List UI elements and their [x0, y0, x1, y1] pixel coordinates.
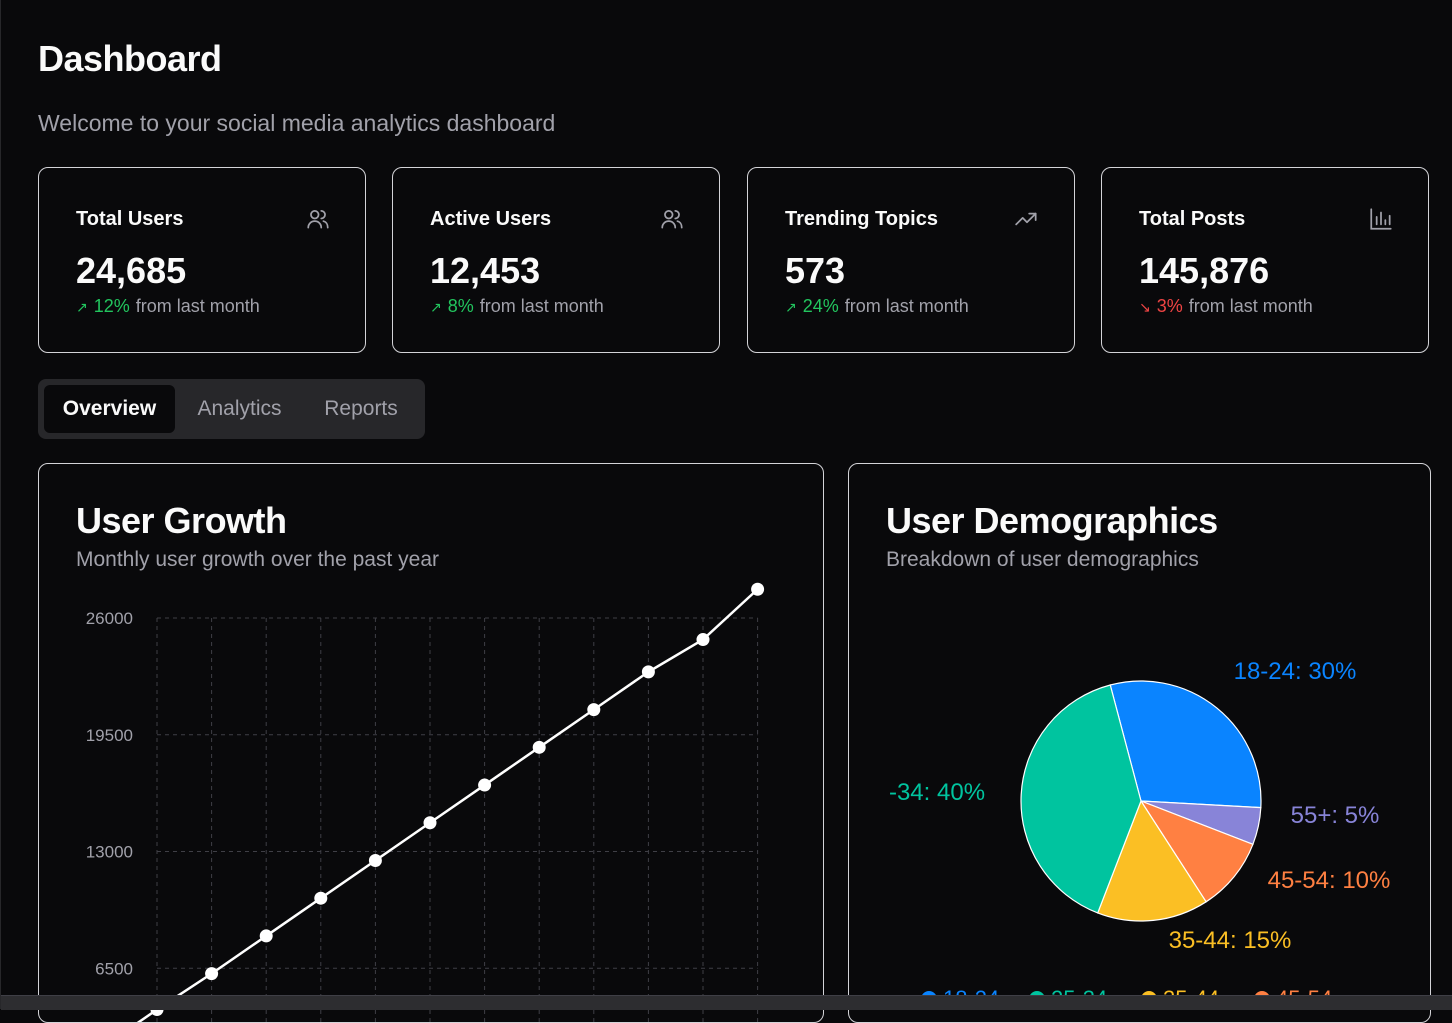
trend-up-icon: ↗ [785, 299, 797, 315]
stat-value: 24,685 [76, 250, 187, 291]
users-icon [307, 210, 329, 229]
data-point [751, 582, 765, 596]
pie-label: 35-44: 15% [1169, 927, 1292, 954]
stat-value: 573 [785, 250, 846, 291]
stat-delta: ↗ 12% from last month [76, 296, 260, 317]
user-demographics-chart: 18-24: 30% 55+: 5% 45-54: 10% 35-44: 15% -34… [889, 658, 1391, 1011]
stat-delta-percent: 8% [447, 296, 474, 316]
data-point [259, 929, 273, 943]
stat-card-active-users: Active Users 12,453 ↗ 8% from last month [392, 167, 720, 353]
data-point [314, 891, 328, 905]
user-demographics-card: User Demographics Breakdown of user demo… [848, 463, 1431, 1023]
stat-delta-suffix: from last month [1188, 296, 1313, 316]
user-growth-chart: 26000 19500 13000 6500 [86, 582, 765, 1022]
trending-up-icon [1015, 212, 1037, 226]
stat-delta: ↗ 8% from last month [430, 296, 604, 317]
trend-up-icon: ↗ [430, 299, 442, 315]
trend-down-icon: ↘ [1139, 299, 1151, 315]
bar-chart-icon [1370, 208, 1392, 230]
stat-value: 145,876 [1139, 250, 1270, 291]
stat-card-trending-topics: Trending Topics 573 ↗ 24% from last month [747, 167, 1075, 353]
pie-label: 18-24: 30% [1234, 658, 1357, 685]
data-point [205, 967, 219, 981]
tab-list: Overview Analytics Reports [38, 379, 425, 439]
tab-analytics[interactable]: Analytics [178, 385, 301, 433]
page-title: Dashboard [38, 38, 222, 79]
pie-label: 45-54: 10% [1268, 867, 1391, 894]
stat-delta-percent: 24% [802, 296, 839, 316]
data-point [478, 778, 492, 792]
user-growth-card: User Growth Monthly user growth over the… [38, 463, 824, 1023]
tab-overview[interactable]: Overview [44, 385, 175, 433]
data-point [696, 633, 710, 647]
data-point [532, 740, 546, 754]
trend-up-icon: ↗ [76, 299, 88, 315]
stat-label: Total Users [76, 208, 184, 230]
y-tick-label: 6500 [95, 959, 133, 978]
data-point [423, 816, 437, 830]
stat-delta-percent: 3% [1156, 296, 1183, 316]
taskbar [1, 995, 1452, 1010]
stat-card-total-posts: Total Posts 145,876 ↘ 3% from last month [1101, 167, 1429, 353]
stat-value: 12,453 [430, 250, 541, 291]
stat-delta-percent: 12% [93, 296, 130, 316]
y-tick-label: 13000 [86, 843, 133, 862]
stat-label: Trending Topics [785, 208, 938, 230]
users-icon [661, 210, 683, 229]
stat-delta-suffix: from last month [844, 296, 969, 316]
stat-delta-suffix: from last month [135, 296, 260, 316]
dashboard-page: Dashboard Welcome to your social media a… [0, 0, 1452, 1023]
stat-card-total-users: Total Users 24,685 ↗ 12% from last month [38, 167, 366, 353]
data-point [641, 665, 655, 679]
data-point [368, 853, 382, 867]
tab-reports[interactable]: Reports [304, 385, 418, 433]
stat-label: Total Posts [1139, 208, 1246, 230]
pie-label: -34: 40% [889, 779, 985, 806]
stat-delta: ↗ 24% from last month [785, 296, 969, 317]
pie-label: 55+: 5% [1291, 802, 1380, 829]
y-tick-label: 19500 [86, 726, 133, 745]
stat-delta: ↘ 3% from last month [1139, 296, 1313, 317]
page-subtitle: Welcome to your social media analytics d… [38, 110, 556, 136]
stat-delta-suffix: from last month [479, 296, 604, 316]
stat-label: Active Users [430, 208, 552, 230]
data-point [587, 703, 601, 717]
y-tick-label: 26000 [86, 609, 133, 628]
